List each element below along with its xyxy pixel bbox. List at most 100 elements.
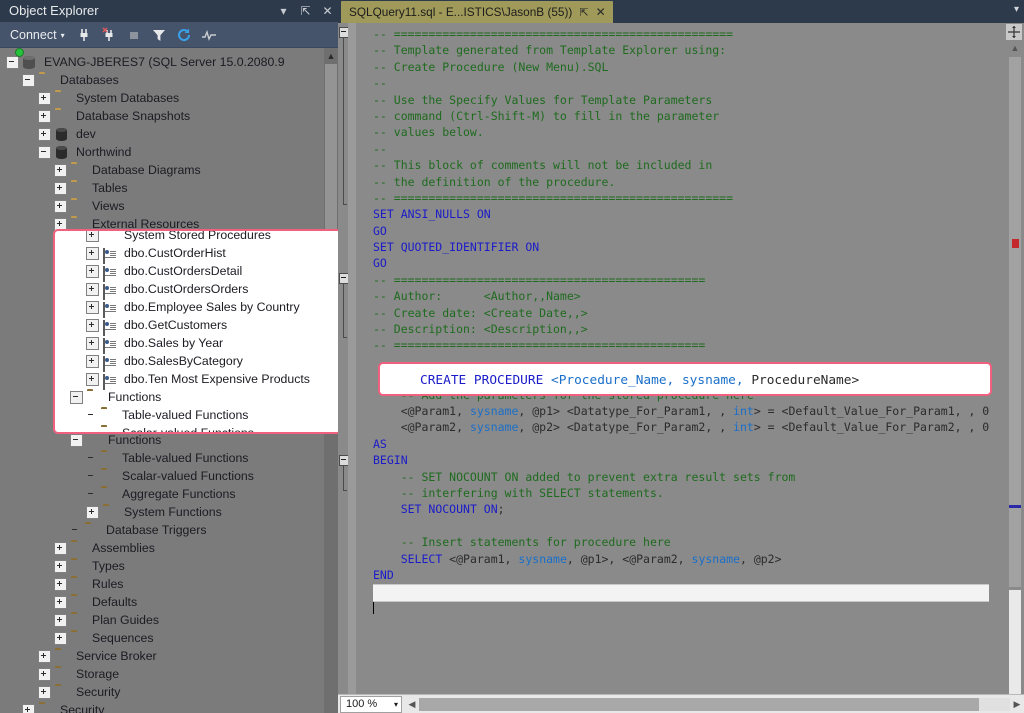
split-editor-icon[interactable] bbox=[1005, 23, 1023, 41]
scrollbar-thumb[interactable] bbox=[325, 64, 337, 319]
disconnect-object-explorer-icon[interactable] bbox=[101, 27, 117, 43]
expand-icon[interactable] bbox=[86, 343, 99, 357]
expand-icon[interactable] bbox=[22, 703, 35, 713]
tree-node[interactable]: dbo.Employee Sales by Country bbox=[0, 341, 324, 361]
tree-node[interactable]: System Databases bbox=[0, 89, 324, 107]
tree-node[interactable]: EVANG-JBERES7 (SQL Server 15.0.2080.9 bbox=[0, 48, 324, 71]
connect-object-explorer-icon[interactable] bbox=[76, 27, 92, 43]
sql-code-area[interactable]: -- =====================================… bbox=[373, 23, 989, 694]
collapse-icon[interactable] bbox=[22, 73, 35, 87]
connect-button[interactable]: Connect ▾ bbox=[8, 27, 67, 43]
hscroll-track[interactable] bbox=[419, 697, 1010, 711]
tree-node[interactable]: Aggregate Functions bbox=[0, 485, 324, 503]
tree-node[interactable]: Programmability bbox=[0, 233, 324, 251]
expand-icon[interactable] bbox=[54, 541, 67, 555]
expand-icon[interactable] bbox=[86, 325, 99, 339]
hscroll-thumb[interactable] bbox=[419, 697, 979, 711]
filter-icon[interactable] bbox=[151, 27, 167, 43]
object-explorer-vertical-scrollbar[interactable]: ▲ bbox=[324, 48, 338, 713]
expand-icon[interactable] bbox=[54, 577, 67, 591]
collapse-icon[interactable] bbox=[6, 55, 19, 69]
expand-icon[interactable] bbox=[38, 127, 51, 141]
tree-node[interactable]: Database Diagrams bbox=[0, 161, 324, 179]
tree-node[interactable]: System Functions bbox=[0, 503, 324, 521]
tree-node[interactable]: Table-valued Functions bbox=[0, 449, 324, 467]
editor-horizontal-scrollbar[interactable]: ◀ ▶ bbox=[405, 695, 1024, 713]
expand-icon[interactable] bbox=[54, 181, 67, 195]
tree-node[interactable]: Storage bbox=[0, 665, 324, 683]
expand-icon[interactable] bbox=[38, 649, 51, 663]
expand-icon[interactable] bbox=[54, 613, 67, 627]
tree-node[interactable]: Functions bbox=[0, 431, 324, 449]
dropdown-icon[interactable]: ▾ bbox=[277, 3, 290, 19]
folder-icon bbox=[71, 559, 87, 573]
expand-icon[interactable] bbox=[86, 289, 99, 303]
tree-node[interactable]: Sequences bbox=[0, 629, 324, 647]
collapse-icon[interactable] bbox=[70, 433, 83, 447]
tree-node[interactable]: Stored Procedures bbox=[0, 251, 324, 269]
expand-icon[interactable] bbox=[86, 361, 99, 375]
tree-node[interactable]: Databases bbox=[0, 71, 324, 89]
editor-vertical-scrollbar[interactable]: ▲ bbox=[1006, 40, 1024, 694]
tree-node[interactable]: System Stored Procedures bbox=[0, 269, 324, 287]
tree-node[interactable]: dbo.SalesByCategory bbox=[0, 395, 324, 415]
expand-icon[interactable] bbox=[54, 595, 67, 609]
expand-icon[interactable] bbox=[86, 379, 99, 393]
scroll-left-arrow[interactable]: ◀ bbox=[405, 699, 419, 710]
expand-icon[interactable] bbox=[38, 91, 51, 105]
scroll-right-arrow[interactable]: ▶ bbox=[1010, 699, 1024, 710]
expand-icon[interactable] bbox=[54, 631, 67, 645]
expand-icon[interactable] bbox=[86, 505, 99, 519]
tree-node[interactable]: Security bbox=[0, 683, 324, 701]
object-explorer-tree[interactable]: EVANG-JBERES7 (SQL Server 15.0.2080.9 Dat… bbox=[0, 48, 324, 713]
collapse-icon[interactable] bbox=[70, 253, 83, 267]
expand-icon[interactable] bbox=[38, 109, 51, 123]
expand-icon[interactable] bbox=[54, 559, 67, 573]
expand-icon[interactable] bbox=[54, 199, 67, 213]
tree-node[interactable]: Assemblies bbox=[0, 539, 324, 557]
activity-monitor-icon[interactable] bbox=[201, 27, 217, 43]
tree-node[interactable]: Northwind bbox=[0, 143, 324, 161]
editor-fold-gutter[interactable] bbox=[338, 23, 350, 694]
tree-node[interactable]: Defaults bbox=[0, 593, 324, 611]
tree-node[interactable]: Rules bbox=[0, 575, 324, 593]
scroll-up-arrow[interactable]: ▲ bbox=[1006, 40, 1024, 55]
tree-node[interactable]: Database Snapshots bbox=[0, 107, 324, 125]
zoom-level-selector[interactable]: 100 % ▾ bbox=[340, 695, 402, 713]
pin-icon[interactable]: ⇱ bbox=[579, 6, 588, 19]
tree-node[interactable]: Types bbox=[0, 557, 324, 575]
tree-node[interactable]: dev bbox=[0, 125, 324, 143]
expand-icon[interactable] bbox=[38, 667, 51, 681]
expand-icon[interactable] bbox=[86, 397, 99, 411]
tree-node[interactable]: dbo.Ten Most Expensive Products bbox=[0, 413, 324, 433]
collapse-icon[interactable] bbox=[54, 235, 67, 249]
tree-node[interactable]: Plan Guides bbox=[0, 611, 324, 629]
tree-node[interactable]: Scalar-valued Functions bbox=[0, 467, 324, 485]
pin-icon[interactable]: ⇱ bbox=[299, 3, 312, 19]
tree-node[interactable]: dbo.CustOrdersDetail bbox=[0, 305, 324, 325]
expand-icon[interactable] bbox=[86, 415, 99, 429]
close-icon[interactable]: ✕ bbox=[596, 5, 606, 19]
close-icon[interactable]: ✕ bbox=[321, 3, 334, 19]
tab-sqlquery11[interactable]: SQLQuery11.sql - E...ISTICS\JasonB (55))… bbox=[341, 1, 613, 23]
tree-node[interactable]: Security bbox=[0, 701, 324, 713]
tree-node[interactable]: Database Triggers bbox=[0, 521, 324, 539]
expand-icon[interactable] bbox=[54, 163, 67, 177]
tree-node[interactable]: dbo.CustOrderHist bbox=[0, 287, 324, 307]
chevron-down-icon[interactable]: ▾ bbox=[1014, 4, 1019, 15]
tree-node[interactable]: dbo.GetCustomers bbox=[0, 359, 324, 379]
stored-procedure-icon bbox=[103, 325, 119, 343]
refresh-icon[interactable] bbox=[176, 27, 192, 43]
tree-node[interactable]: dbo.Sales by Year bbox=[0, 377, 324, 397]
expand-icon[interactable] bbox=[86, 271, 99, 285]
tree-node[interactable]: Service Broker bbox=[0, 647, 324, 665]
expand-icon[interactable] bbox=[54, 217, 67, 231]
tree-node[interactable]: Views bbox=[0, 197, 324, 215]
tree-node[interactable]: External Resources bbox=[0, 215, 324, 233]
tree-node[interactable]: Tables bbox=[0, 179, 324, 197]
expand-icon[interactable] bbox=[38, 685, 51, 699]
expand-icon[interactable] bbox=[86, 307, 99, 321]
scroll-up-arrow[interactable]: ▲ bbox=[324, 48, 338, 63]
tree-node[interactable]: dbo.CustOrdersOrders bbox=[0, 323, 324, 343]
collapse-icon[interactable] bbox=[38, 145, 51, 159]
